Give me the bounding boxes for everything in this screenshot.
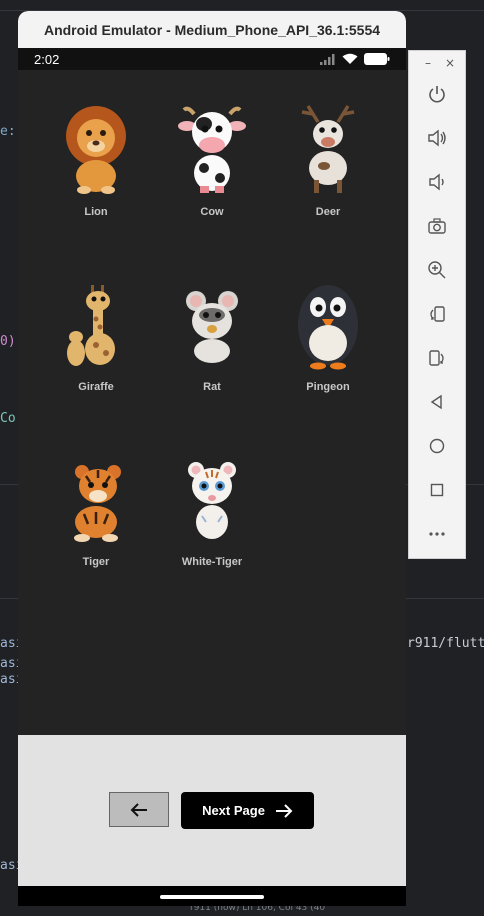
volume-up-icon	[428, 129, 446, 147]
power-icon	[429, 86, 445, 103]
app-screen: Lion Cow Deer Giraffe Rat Pingeon Tiger …	[18, 70, 406, 735]
power-button[interactable]	[423, 80, 451, 108]
next-page-button[interactable]: Next Page	[181, 792, 314, 829]
emulator-window: Android Emulator - Medium_Phone_API_36.1…	[18, 11, 406, 906]
lion-icon	[66, 106, 126, 194]
penguin-icon	[298, 285, 358, 370]
wifi-icon	[342, 53, 358, 64]
zoom-button[interactable]	[423, 256, 451, 284]
animal-label: Lion	[84, 206, 108, 218]
rotate-left-button[interactable]	[423, 300, 451, 328]
battery-icon	[364, 53, 390, 65]
navigation-panel: Next Page	[18, 735, 406, 886]
emulator-toolbar: – ×	[408, 50, 466, 559]
animal-card-cow[interactable]: Cow	[156, 100, 268, 260]
next-page-label: Next Page	[202, 803, 265, 818]
minimize-button[interactable]: –	[425, 56, 431, 70]
overview-icon	[430, 483, 444, 497]
close-button[interactable]: ×	[445, 56, 455, 70]
back-icon	[430, 394, 442, 410]
volume-up-button[interactable]	[423, 124, 451, 152]
volume-down-icon	[429, 173, 444, 191]
code-fragment: e:	[0, 124, 16, 139]
giraffe-icon	[67, 285, 115, 366]
white-tiger-icon	[188, 462, 236, 539]
animal-label: Giraffe	[78, 381, 114, 393]
code-fragment: Co	[0, 411, 16, 426]
arrow-left-icon	[130, 802, 147, 817]
code-fragment: r911/flutt	[407, 636, 484, 651]
more-icon	[429, 532, 445, 536]
animal-card-giraffe[interactable]: Giraffe	[40, 275, 152, 435]
toolbar-window-controls: – ×	[409, 51, 465, 75]
more-button[interactable]	[423, 520, 451, 548]
animal-label: Deer	[315, 206, 341, 218]
screenshot-button[interactable]	[423, 212, 451, 240]
animal-label: Tiger	[82, 556, 110, 568]
rotate-right-button[interactable]	[423, 344, 451, 372]
animal-label: Pingeon	[306, 381, 350, 393]
system-navbar	[18, 886, 406, 906]
rotate-left-icon	[430, 306, 445, 322]
animal-card-white-tiger[interactable]: White-Tiger	[156, 450, 268, 610]
animal-card-pingeon[interactable]: Pingeon	[272, 275, 384, 435]
animal-label: Rat	[203, 381, 221, 393]
rat-icon	[186, 291, 238, 363]
deer-icon	[301, 105, 355, 193]
arrow-right-icon	[275, 803, 293, 818]
signal-icon	[320, 53, 335, 65]
back-nav-button[interactable]	[423, 388, 451, 416]
tiger-icon	[74, 465, 121, 542]
home-icon	[429, 438, 445, 454]
code-fragment: 0)	[0, 334, 16, 349]
animal-label: White-Tiger	[181, 556, 243, 568]
rotate-right-icon	[429, 350, 444, 366]
phone-statusbar: 2:02	[18, 48, 406, 70]
home-nav-button[interactable]	[423, 432, 451, 460]
animal-card-rat[interactable]: Rat	[156, 275, 268, 435]
camera-icon	[428, 218, 446, 234]
overview-nav-button[interactable]	[423, 476, 451, 504]
window-title: Android Emulator - Medium_Phone_API_36.1…	[43, 21, 381, 38]
window-titlebar[interactable]: Android Emulator - Medium_Phone_API_36.1…	[18, 11, 406, 48]
animal-card-deer[interactable]: Deer	[272, 100, 384, 260]
status-time: 2:02	[34, 51, 60, 67]
volume-down-button[interactable]	[423, 168, 451, 196]
back-button[interactable]	[109, 792, 169, 827]
zoom-icon	[428, 261, 446, 279]
animal-label: Cow	[200, 206, 224, 218]
cow-icon	[178, 106, 246, 193]
animal-card-lion[interactable]: Lion	[40, 100, 152, 260]
home-gesture-bar[interactable]	[160, 895, 264, 899]
animal-card-tiger[interactable]: Tiger	[40, 450, 152, 610]
